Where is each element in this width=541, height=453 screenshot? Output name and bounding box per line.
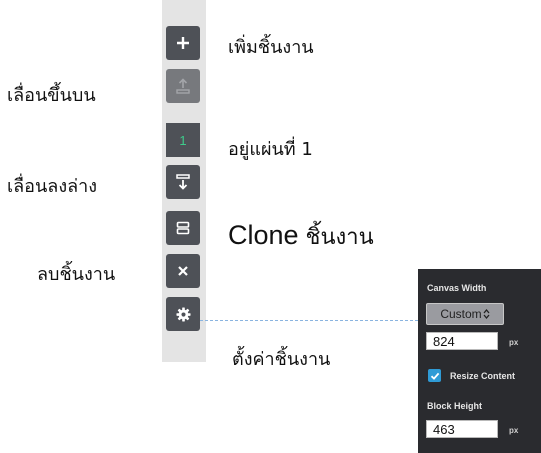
resize-content-checkbox[interactable] <box>428 369 441 382</box>
annotation-page: อยู่แผ่นที่ 1 <box>228 139 313 160</box>
add-block-button[interactable] <box>166 26 200 60</box>
canvas-width-input[interactable]: 824 <box>426 332 498 350</box>
clone-button[interactable] <box>166 211 200 245</box>
connector-line <box>200 320 418 321</box>
move-down-button[interactable] <box>166 165 200 199</box>
settings-button[interactable] <box>166 297 200 331</box>
canvas-width-unit: px <box>509 338 519 347</box>
gear-icon <box>175 306 191 322</box>
block-height-input[interactable]: 463 <box>426 420 498 438</box>
page-number-indicator: 1 <box>166 123 200 157</box>
annotation-clone: Clone ชิ้นงาน <box>228 219 374 254</box>
clone-icon <box>176 221 190 235</box>
annotation-move-down: เลื่อนลงล่าง <box>7 176 98 197</box>
canvas-width-select-value: Custom <box>440 307 482 321</box>
annotation-move-up: เลื่อนขึ้นบน <box>7 85 96 106</box>
settings-panel: Canvas Width Custom 824 px Resize Conten… <box>418 269 541 453</box>
move-up-icon <box>176 78 190 94</box>
select-arrows-icon <box>483 309 490 319</box>
annotation-clone-word: Clone <box>228 220 299 250</box>
annotation-delete: ลบชิ้นงาน <box>37 264 116 285</box>
close-icon <box>178 266 188 276</box>
resize-content-label: Resize Content <box>450 371 516 381</box>
annotation-clone-suffix: ชิ้นงาน <box>298 225 374 250</box>
annotation-settings: ตั้งค่าชิ้นงาน <box>232 349 331 370</box>
move-up-button[interactable] <box>166 69 200 103</box>
block-height-unit: px <box>509 426 519 435</box>
canvas-width-select[interactable]: Custom <box>426 303 504 325</box>
annotation-add: เพิ่มชิ้นงาน <box>228 37 314 58</box>
canvas-width-label: Canvas Width <box>427 283 487 293</box>
plus-icon <box>177 37 189 49</box>
check-icon <box>430 372 439 380</box>
move-down-icon <box>176 174 190 190</box>
block-height-label: Block Height <box>427 401 483 411</box>
delete-button[interactable] <box>166 254 200 288</box>
